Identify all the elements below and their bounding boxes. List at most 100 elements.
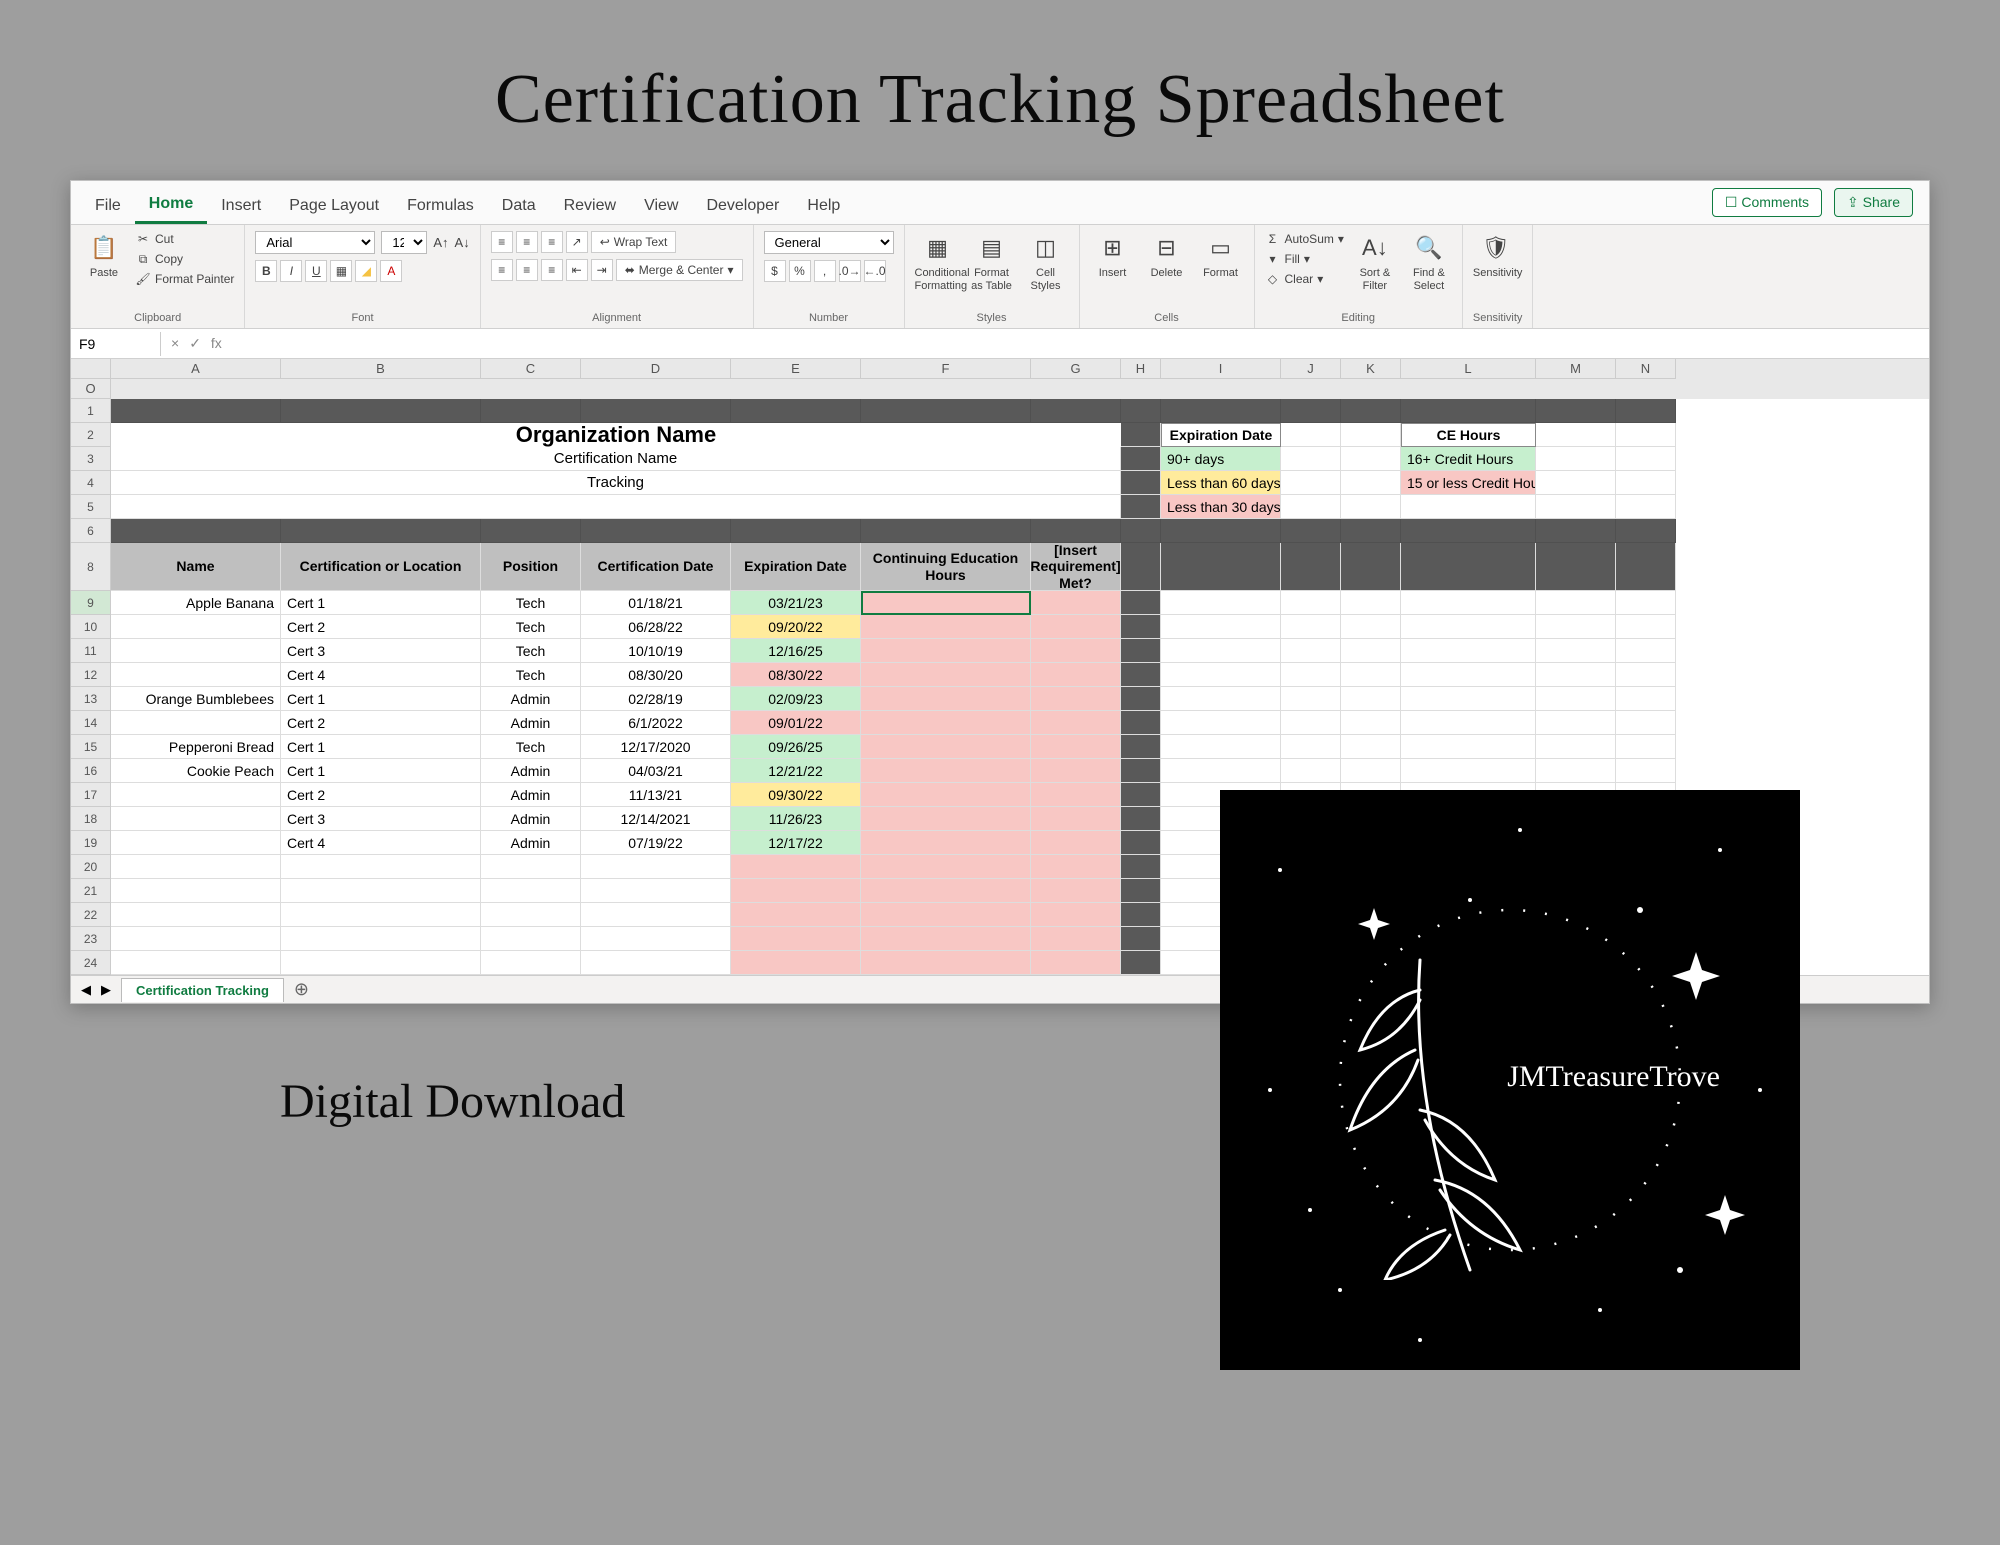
- align-right-button[interactable]: ≡: [541, 259, 563, 281]
- cell[interactable]: [481, 903, 581, 927]
- column-headers[interactable]: A B C D E F G H I J K L M N O: [71, 359, 1929, 399]
- align-center-button[interactable]: ≡: [516, 259, 538, 281]
- cell[interactable]: [1341, 663, 1401, 687]
- cell[interactable]: [481, 855, 581, 879]
- cell[interactable]: [861, 399, 1031, 423]
- cell[interactable]: [1281, 423, 1341, 447]
- cell[interactable]: [1281, 495, 1341, 519]
- cancel-icon[interactable]: ×: [171, 335, 179, 352]
- cell[interactable]: Less than 60 days: [1161, 471, 1281, 495]
- cell[interactable]: [1281, 759, 1341, 783]
- cell[interactable]: [861, 879, 1031, 903]
- cell[interactable]: [1616, 735, 1676, 759]
- row-2[interactable]: 2: [71, 423, 111, 447]
- cell[interactable]: [1616, 639, 1676, 663]
- cell[interactable]: [1341, 471, 1401, 495]
- cell[interactable]: [861, 951, 1031, 975]
- row-19[interactable]: 19: [71, 831, 111, 855]
- row-1[interactable]: 1: [71, 399, 111, 423]
- cell[interactable]: [281, 903, 481, 927]
- cell[interactable]: [861, 519, 1031, 543]
- row-16[interactable]: 16: [71, 759, 111, 783]
- col-F[interactable]: F: [861, 359, 1031, 379]
- cell[interactable]: CE Hours: [1401, 423, 1536, 447]
- col-C[interactable]: C: [481, 359, 581, 379]
- cell[interactable]: [1616, 399, 1676, 423]
- cell[interactable]: Admin: [481, 783, 581, 807]
- cell[interactable]: [1536, 663, 1616, 687]
- cell[interactable]: [111, 831, 281, 855]
- row-18[interactable]: 18: [71, 807, 111, 831]
- row-15[interactable]: 15: [71, 735, 111, 759]
- tab-pagelayout[interactable]: Page Layout: [275, 189, 393, 223]
- cell[interactable]: [1031, 927, 1121, 951]
- cell[interactable]: [1536, 543, 1616, 591]
- cell[interactable]: 12/14/2021: [581, 807, 731, 831]
- cell[interactable]: [1536, 399, 1616, 423]
- cell[interactable]: [1121, 639, 1161, 663]
- cell[interactable]: [581, 879, 731, 903]
- col-M[interactable]: M: [1536, 359, 1616, 379]
- add-sheet-button[interactable]: ⊕: [294, 979, 309, 1000]
- cell[interactable]: [1341, 711, 1401, 735]
- grow-font-button[interactable]: A↑: [433, 235, 448, 250]
- cell[interactable]: [1341, 399, 1401, 423]
- fx-icon[interactable]: fx: [211, 335, 222, 352]
- cell[interactable]: Cert 1: [281, 735, 481, 759]
- tab-formulas[interactable]: Formulas: [393, 189, 488, 223]
- cell[interactable]: Tech: [481, 591, 581, 615]
- cell[interactable]: Admin: [481, 831, 581, 855]
- conditional-formatting-button[interactable]: ▦Conditional Formatting: [915, 231, 961, 293]
- formula-input[interactable]: [232, 340, 1929, 348]
- cell[interactable]: [1341, 615, 1401, 639]
- cell[interactable]: [1616, 663, 1676, 687]
- cell[interactable]: [731, 855, 861, 879]
- cell[interactable]: [861, 807, 1031, 831]
- paste-button[interactable]: 📋 Paste: [81, 231, 127, 280]
- cell[interactable]: [481, 519, 581, 543]
- cell[interactable]: 02/28/19: [581, 687, 731, 711]
- cell[interactable]: [1281, 735, 1341, 759]
- cell[interactable]: [1161, 663, 1281, 687]
- row-21[interactable]: 21: [71, 879, 111, 903]
- align-middle-button[interactable]: ≡: [516, 231, 538, 253]
- cell[interactable]: [1281, 543, 1341, 591]
- cell[interactable]: Admin: [481, 759, 581, 783]
- percent-button[interactable]: %: [789, 260, 811, 282]
- sheet-tab[interactable]: Certification Tracking: [121, 978, 284, 1002]
- cell[interactable]: [1161, 543, 1281, 591]
- cell[interactable]: [111, 951, 281, 975]
- cell[interactable]: [1401, 495, 1536, 519]
- cell[interactable]: [1161, 399, 1281, 423]
- tab-data[interactable]: Data: [488, 189, 550, 223]
- cell[interactable]: [1536, 471, 1616, 495]
- cell[interactable]: [111, 927, 281, 951]
- sheet-nav-next-icon[interactable]: ▶: [101, 982, 111, 998]
- cell[interactable]: Position: [481, 543, 581, 591]
- cell[interactable]: [111, 663, 281, 687]
- align-top-button[interactable]: ≡: [491, 231, 513, 253]
- cell[interactable]: [111, 495, 1121, 519]
- cell[interactable]: Cert 2: [281, 711, 481, 735]
- tab-view[interactable]: View: [630, 189, 692, 223]
- merge-center-button[interactable]: ⬌Merge & Center ▾: [616, 259, 743, 281]
- cell[interactable]: 11/13/21: [581, 783, 731, 807]
- cell[interactable]: Cert 2: [281, 783, 481, 807]
- cell[interactable]: [281, 519, 481, 543]
- cell[interactable]: [1401, 639, 1536, 663]
- cell[interactable]: [731, 951, 861, 975]
- cell[interactable]: [1121, 447, 1161, 471]
- indent-dec-button[interactable]: ⇤: [566, 259, 588, 281]
- cell[interactable]: [861, 735, 1031, 759]
- cell[interactable]: 03/21/23: [731, 591, 861, 615]
- cell[interactable]: [1031, 903, 1121, 927]
- cell[interactable]: 04/03/21: [581, 759, 731, 783]
- cell[interactable]: [581, 519, 731, 543]
- row-8[interactable]: 8: [71, 543, 111, 591]
- cut-button[interactable]: ✂Cut: [135, 231, 234, 247]
- cell[interactable]: Tech: [481, 663, 581, 687]
- cell[interactable]: Cert 1: [281, 687, 481, 711]
- cell[interactable]: 07/19/22: [581, 831, 731, 855]
- cell[interactable]: [481, 879, 581, 903]
- cell[interactable]: [861, 663, 1031, 687]
